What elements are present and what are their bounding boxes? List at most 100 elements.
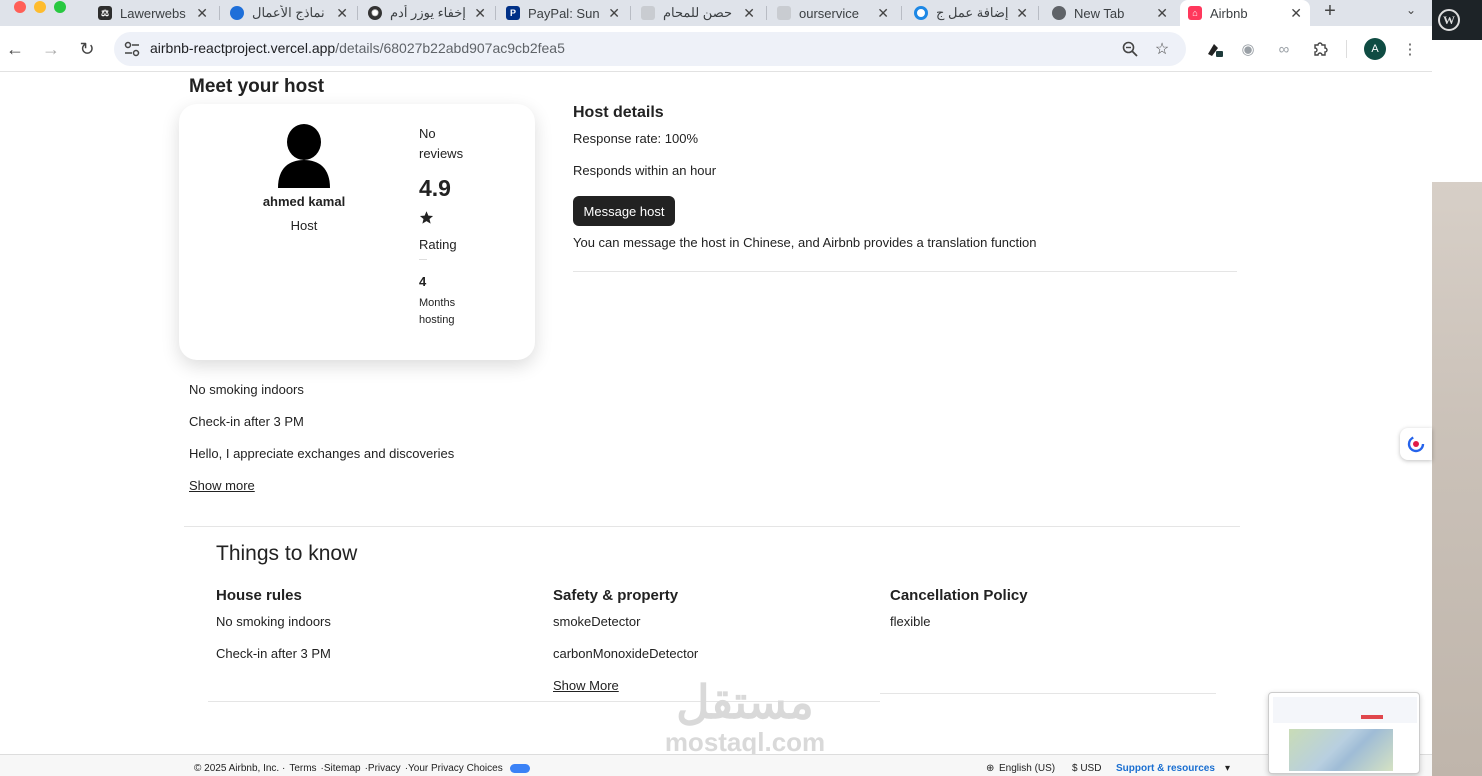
browser-tab[interactable]: P PayPal: Sun ✕	[498, 0, 628, 26]
reload-button[interactable]: ↻	[73, 35, 101, 63]
bookmark-star-icon[interactable]: ☆	[1152, 39, 1172, 59]
forward-button[interactable]: →	[37, 35, 65, 63]
new-tab-button[interactable]: +	[1316, 0, 1344, 22]
host-months-label: Months hosting	[419, 297, 456, 326]
things-to-know-title: Things to know	[216, 542, 358, 565]
cancellation-item: flexible	[890, 614, 931, 629]
language-link[interactable]: English (US)	[999, 763, 1055, 774]
tab-favicon-icon	[777, 6, 791, 20]
close-tab-icon[interactable]: ✕	[743, 5, 755, 22]
divider	[573, 271, 1237, 272]
extensions-puzzle-icon[interactable]	[1310, 39, 1330, 59]
house-rule-item: No smoking indoors	[216, 614, 331, 629]
divider	[880, 693, 1216, 694]
background-photo	[1432, 182, 1482, 776]
close-tab-icon[interactable]: ✕	[474, 5, 486, 22]
close-tab-icon[interactable]: ✕	[1016, 5, 1028, 22]
tab-title: نماذج الأعمال	[252, 5, 325, 20]
url-text[interactable]: airbnb-reactproject.vercel.app/details/6…	[150, 40, 565, 56]
back-button[interactable]: ←	[1, 35, 29, 63]
site-settings-icon[interactable]	[124, 41, 140, 57]
footer-privacy-link[interactable]: ·Privacy	[365, 763, 401, 774]
browser-tab[interactable]: ✺ إخفاء يوزر أدم ✕	[360, 0, 494, 26]
host-reviews: No reviews	[419, 126, 464, 161]
browser-tab[interactable]: ourservice ✕	[769, 0, 897, 26]
message-host-button[interactable]: Message host	[573, 196, 675, 226]
host-response-time: Responds within an hour	[573, 163, 717, 178]
host-response-rate: Response rate: 100%	[573, 131, 699, 146]
footer-sitemap-link[interactable]: ·Sitemap	[321, 763, 361, 774]
footer-privacy-choices-link[interactable]: ·Your Privacy Choices	[405, 763, 503, 774]
star-icon	[419, 211, 434, 224]
translation-note: You can message the host in Chinese, and…	[573, 235, 1037, 250]
currency-link[interactable]: $ USD	[1072, 763, 1101, 774]
minimize-window-button[interactable]	[34, 1, 46, 13]
maximize-window-button[interactable]	[54, 1, 66, 13]
page-footer: © 2025 Airbnb, Inc. · Terms ·Sitemap ·Pr…	[0, 754, 1432, 776]
globe-icon[interactable]: ⊕	[986, 763, 994, 774]
close-tab-icon[interactable]: ✕	[1156, 5, 1168, 22]
camera-icon[interactable]: ◉	[1238, 39, 1258, 59]
zoom-icon[interactable]	[1120, 39, 1140, 59]
watermark-latin: mostaql.com	[664, 727, 826, 757]
extension-icon[interactable]	[1205, 39, 1225, 59]
browser-tab[interactable]: حصن للمحام ✕	[633, 0, 763, 26]
host-avatar-icon	[278, 124, 330, 188]
close-tab-icon[interactable]: ✕	[1290, 5, 1302, 22]
tab-favicon-icon: ⚖	[98, 6, 112, 20]
footer-left: © 2025 Airbnb, Inc. · Terms ·Sitemap ·Pr…	[194, 763, 530, 774]
host-details-title: Host details	[573, 104, 664, 121]
browser-tab[interactable]: إضافة عمل ج ✕	[906, 0, 1036, 26]
host-months-value: 4	[419, 274, 427, 289]
tab-title: New Tab	[1074, 5, 1125, 21]
browser-tab[interactable]: New Tab ✕	[1044, 0, 1176, 26]
tab-title: إضافة عمل ج	[936, 5, 1009, 20]
support-resources-link[interactable]: Support & resources	[1116, 763, 1215, 774]
menu-kebab-icon[interactable]: ⋮	[1400, 39, 1420, 59]
openai-favicon-icon: ✺	[368, 6, 382, 20]
browser-toolbar: ← → ↻ airbnb-reactproject.vercel.app/det…	[0, 26, 1432, 72]
tab-title: Airbnb	[1210, 5, 1248, 21]
host-card[interactable]: ahmed kamal Host No reviews 4.9 Rating 4…	[179, 104, 535, 360]
house-rule-item: Check-in after 3 PM	[216, 646, 331, 661]
profile-avatar[interactable]: A	[1364, 38, 1386, 60]
url-host: airbnb-reactproject.vercel.app	[150, 40, 336, 56]
browser-tab[interactable]: ⚖ Lawerwebs ✕	[90, 0, 216, 26]
tab-strip: ⚖ Lawerwebs ✕ نماذج الأعمال ✕ ✺ إخفاء يو…	[0, 0, 1482, 26]
close-window-button[interactable]	[14, 1, 26, 13]
address-bar[interactable]: airbnb-reactproject.vercel.app/details/6…	[114, 32, 1186, 66]
screenshot-thumbnail[interactable]	[1268, 692, 1420, 774]
close-tab-icon[interactable]: ✕	[608, 5, 620, 22]
url-path: /details/68027b22abd907ac9cb2fea5	[335, 40, 565, 56]
tab-title: حصن للمحام	[663, 5, 732, 20]
thumbnail-map	[1289, 729, 1393, 771]
watermark-arabic: مستقل	[676, 676, 814, 728]
safety-show-more-link[interactable]: Show More	[553, 678, 619, 693]
wordpress-logo-icon[interactable]: W	[1438, 9, 1460, 31]
close-tab-icon[interactable]: ✕	[196, 5, 208, 22]
chrome-favicon-icon	[1052, 6, 1066, 20]
close-tab-icon[interactable]: ✕	[877, 5, 889, 22]
tab-title: PayPal: Sun	[528, 5, 600, 21]
thumbnail-button	[1361, 715, 1383, 719]
footer-terms-link[interactable]: Terms	[289, 763, 316, 774]
tab-favicon-icon	[230, 6, 244, 20]
privacy-choices-icon	[509, 764, 530, 773]
browser-tab[interactable]: نماذج الأعمال ✕	[222, 0, 356, 26]
house-rules-title: House rules	[216, 587, 302, 604]
host-rating-value: 4.9	[419, 175, 451, 201]
extension-bike-icon[interactable]: ∞	[1274, 39, 1294, 59]
thumbnail-header	[1273, 697, 1417, 723]
host-name: ahmed kamal	[262, 194, 346, 209]
browser-tab-active[interactable]: ⌂ Airbnb ✕	[1180, 0, 1310, 26]
chat-widget-icon[interactable]	[1400, 428, 1432, 460]
show-more-link[interactable]: Show more	[189, 478, 255, 493]
cancellation-policy-title: Cancellation Policy	[890, 587, 1028, 604]
stat-divider	[419, 259, 427, 260]
airbnb-favicon-icon: ⌂	[1188, 6, 1202, 20]
host-about-text: Hello, I appreciate exchanges and discov…	[189, 446, 455, 461]
close-tab-icon[interactable]: ✕	[336, 5, 348, 22]
tab-search-icon[interactable]: ⌄	[1400, 0, 1422, 20]
tab-title: Lawerwebs	[120, 5, 186, 21]
host-role: Host	[290, 218, 318, 233]
